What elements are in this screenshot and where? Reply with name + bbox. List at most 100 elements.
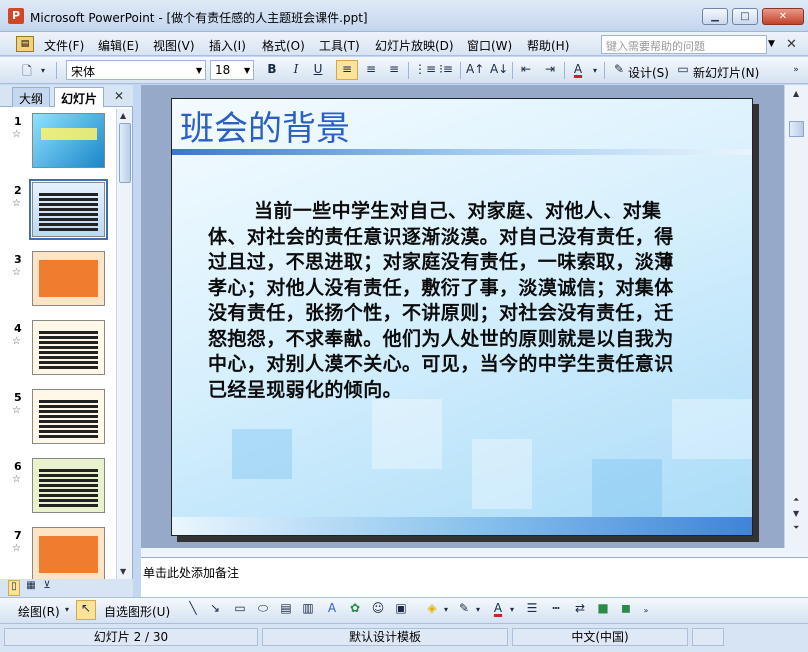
- slide-thumbnail[interactable]: [29, 179, 108, 240]
- slide-scroll-thumb[interactable]: [789, 121, 804, 137]
- arrow-style-icon[interactable]: ⇄: [572, 601, 588, 617]
- menu-help[interactable]: 帮助(H): [527, 37, 569, 54]
- slideshow-view-icon[interactable]: ⊻: [41, 580, 53, 596]
- menu-edit[interactable]: 编辑(E): [98, 37, 139, 54]
- shadow-style-icon[interactable]: ■: [595, 601, 611, 617]
- draw-dropdown-icon[interactable]: ▾: [62, 605, 72, 621]
- notes-placeholder[interactable]: 单击此处添加备注: [143, 564, 239, 581]
- menu-slideshow[interactable]: 幻灯片放映(D): [375, 37, 454, 54]
- help-dropdown-icon[interactable]: ▼: [768, 39, 775, 49]
- fill-color-icon[interactable]: ◈: [424, 601, 440, 617]
- slide-thumbnail-row[interactable]: 4 ☆: [0, 320, 116, 386]
- fill-dropdown-icon[interactable]: ▾: [442, 605, 450, 621]
- font-color-dropdown-icon[interactable]: ▾: [508, 605, 516, 621]
- slide-body-text[interactable]: 当前一些中学生对自己、对家庭、对他人、对集体、对社会的责任意识逐渐淡漠。对自己没…: [208, 199, 690, 403]
- italic-icon[interactable]: I: [288, 62, 304, 78]
- select-pointer-icon[interactable]: ↖: [76, 600, 96, 620]
- font-dropdown-icon[interactable]: ▼: [196, 66, 202, 75]
- slide-thumbnail-row[interactable]: 7 ☆: [0, 527, 116, 579]
- toolbar-options-icon[interactable]: »: [790, 65, 802, 81]
- menu-insert[interactable]: 插入(I): [209, 37, 246, 54]
- font-color-dropdown-icon[interactable]: ▾: [590, 66, 600, 82]
- clipart-icon[interactable]: ☺: [370, 601, 386, 617]
- draw-toolbar-options-icon[interactable]: »: [642, 606, 650, 622]
- close-document-icon[interactable]: ✕: [786, 37, 797, 52]
- slide-thumbnail-row[interactable]: 3 ☆: [0, 251, 116, 317]
- dash-style-icon[interactable]: ┅: [548, 601, 564, 617]
- slide-thumbnail-row[interactable]: 1 ☆: [0, 113, 116, 179]
- diagram-icon[interactable]: ✿: [347, 601, 363, 617]
- menu-tools[interactable]: 工具(T): [319, 37, 360, 54]
- autoshapes-button[interactable]: 自选图形(U): [104, 603, 170, 620]
- font-name-select[interactable]: 宋体: [66, 60, 206, 80]
- slide-thumbnail[interactable]: [32, 389, 105, 444]
- powerpoint-app-icon[interactable]: P: [8, 8, 24, 24]
- align-right-icon[interactable]: ≡: [386, 62, 402, 78]
- scroll-up-icon[interactable]: ▲: [120, 111, 126, 120]
- close-window-button[interactable]: ✕: [762, 8, 804, 25]
- arrow-icon[interactable]: ↘: [208, 601, 222, 617]
- design-button[interactable]: 设计(S): [628, 64, 669, 81]
- slide-thumbnail[interactable]: [32, 320, 105, 375]
- slide-scrollbar[interactable]: ▲ ⏶ ▼ ⏷: [784, 85, 808, 548]
- maximize-button[interactable]: □: [732, 8, 758, 25]
- oval-icon[interactable]: ⬭: [255, 601, 271, 617]
- size-dropdown-icon[interactable]: ▼: [244, 66, 250, 75]
- rectangle-icon[interactable]: ▭: [232, 601, 248, 617]
- design-template-label[interactable]: 默认设计模板: [262, 628, 508, 646]
- draw-menu-button[interactable]: 绘图(R): [18, 603, 60, 620]
- new-document-icon[interactable]: 🗋: [18, 62, 36, 78]
- sorter-view-icon[interactable]: ▦: [25, 580, 37, 596]
- slide-thumbnail-row[interactable]: 5 ☆: [0, 389, 116, 455]
- menu-format[interactable]: 格式(O): [262, 37, 305, 54]
- menu-window[interactable]: 窗口(W): [467, 37, 512, 54]
- decrease-indent-icon[interactable]: ⇤: [518, 62, 534, 78]
- slide-thumbnail[interactable]: [32, 527, 105, 579]
- notes-pane[interactable]: 单击此处添加备注: [141, 557, 808, 597]
- increase-font-icon[interactable]: A↑: [466, 62, 484, 78]
- document-menu-icon[interactable]: ▤: [16, 36, 34, 52]
- wordart-icon[interactable]: A: [324, 601, 340, 617]
- align-center-icon[interactable]: ≡: [363, 62, 379, 78]
- textbox-icon[interactable]: ▤: [278, 601, 294, 617]
- tab-outline[interactable]: 大纲: [12, 87, 51, 107]
- font-color-icon[interactable]: A: [570, 62, 586, 78]
- new-dropdown-icon[interactable]: ▾: [38, 66, 48, 82]
- new-slide-button[interactable]: 新幻灯片(N): [693, 64, 759, 81]
- 3d-style-icon[interactable]: ◼: [618, 601, 634, 617]
- pane-scroll-thumb[interactable]: [119, 123, 131, 183]
- decrease-font-icon[interactable]: A↓: [490, 62, 508, 78]
- bold-icon[interactable]: B: [264, 62, 280, 78]
- line-color-dropdown-icon[interactable]: ▾: [474, 605, 482, 621]
- normal-view-icon[interactable]: ▯: [8, 580, 20, 596]
- slide-thumbnail-row[interactable]: 6 ☆: [0, 458, 116, 524]
- slide-thumbnail[interactable]: [32, 251, 105, 306]
- bullet-list-icon[interactable]: ⁝≡: [438, 62, 454, 78]
- line-style-icon[interactable]: ☰: [524, 601, 540, 617]
- minimize-button[interactable]: ▁: [702, 8, 728, 25]
- slide-thumbnail[interactable]: [32, 458, 105, 513]
- picture-icon[interactable]: ▣: [393, 601, 409, 617]
- draw-font-color-icon[interactable]: A: [490, 601, 506, 617]
- close-pane-icon[interactable]: ✕: [114, 89, 124, 103]
- menu-file[interactable]: 文件(F): [44, 37, 84, 54]
- tab-slides[interactable]: 幻灯片: [54, 87, 105, 107]
- slide-thumbnail-row[interactable]: 2 ☆: [0, 179, 116, 248]
- next-slide-icon[interactable]: ⏷: [793, 523, 799, 533]
- slide-title[interactable]: 班会的背景: [180, 101, 350, 150]
- underline-icon[interactable]: U: [310, 62, 326, 78]
- menu-view[interactable]: 视图(V): [153, 37, 195, 54]
- scroll-up-icon[interactable]: ▲: [793, 89, 799, 98]
- horizontal-scrollbar[interactable]: [141, 548, 808, 557]
- line-color-icon[interactable]: ✎: [456, 601, 472, 617]
- numbered-list-icon[interactable]: ⋮≡: [414, 62, 436, 78]
- scroll-down-icon[interactable]: ▼: [120, 567, 126, 576]
- help-search-input[interactable]: 键入需要帮助的问题: [601, 35, 767, 54]
- pane-scrollbar[interactable]: ▲ ▼: [116, 109, 132, 579]
- increase-indent-icon[interactable]: ⇥: [542, 62, 558, 78]
- line-icon[interactable]: ╲: [186, 601, 200, 617]
- vertical-textbox-icon[interactable]: ▥: [300, 601, 316, 617]
- slide-thumbnail[interactable]: [32, 113, 105, 168]
- scroll-down-icon[interactable]: ▼: [793, 509, 799, 518]
- current-slide[interactable]: 班会的背景 当前一些中学生对自己、对家庭、对他人、对集体、对社会的责任意识逐渐淡…: [171, 98, 753, 536]
